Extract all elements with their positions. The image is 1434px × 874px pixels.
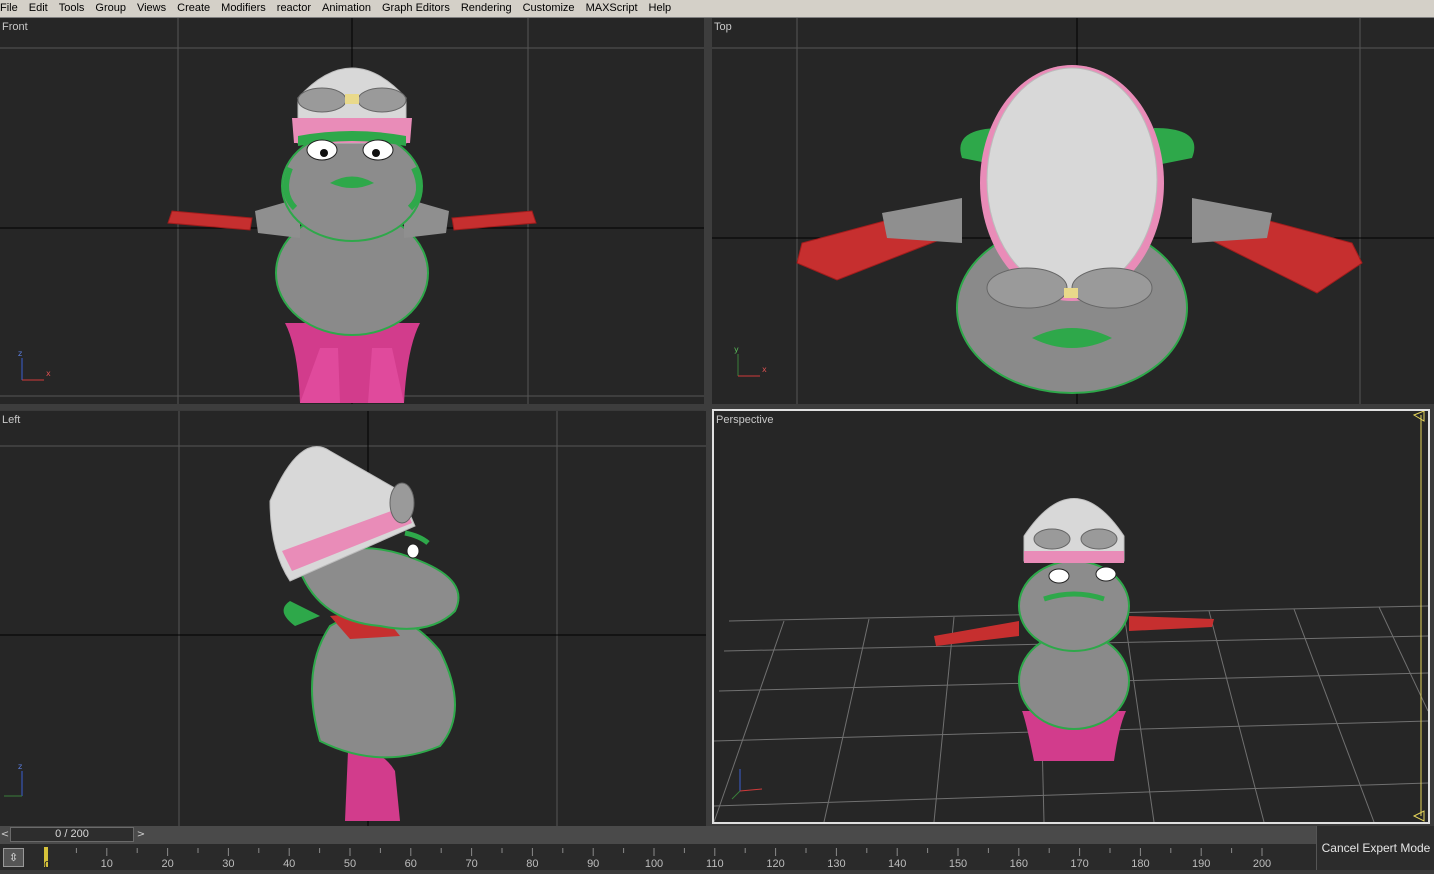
cancel-expert-mode-button[interactable]: Cancel Expert Mode: [1316, 826, 1434, 870]
axis-gizmo-front: z x: [18, 349, 51, 381]
timeline-tick-label: 70: [465, 858, 478, 870]
key-mode-toggle-button[interactable]: ⇳: [3, 848, 24, 867]
timeline-tick-label: 150: [948, 858, 968, 870]
timeline-tick-label: 180: [1131, 858, 1150, 870]
viewport-label-front[interactable]: Front: [2, 21, 28, 33]
axis-z-label: z: [18, 349, 22, 358]
viewport-top[interactable]: Top y x: [712, 18, 1434, 404]
axis-z-label-left: z: [18, 762, 22, 771]
time-slider-next-button[interactable]: >: [134, 827, 148, 843]
menu-reactor[interactable]: reactor: [272, 1, 317, 16]
menu-animation[interactable]: Animation: [317, 1, 377, 16]
timeline-tick-label: 160: [1009, 858, 1028, 870]
time-slider-prev-button[interactable]: <: [0, 827, 10, 843]
perspective-viewport-canvas: [714, 411, 1428, 822]
menu-graph-editors[interactable]: Graph Editors: [377, 1, 456, 16]
time-slider[interactable]: 0 / 200: [10, 827, 134, 842]
menu-rendering[interactable]: Rendering: [456, 1, 518, 16]
timeline-tick-label: 100: [644, 858, 664, 870]
timeline-tick-label: 170: [1070, 858, 1089, 870]
character-mesh-front: [167, 67, 537, 403]
timeline-tick-label: 190: [1192, 858, 1211, 870]
viewport-label-perspective[interactable]: Perspective: [716, 414, 773, 426]
timeline-tick-label: 110: [706, 858, 724, 870]
axis-gizmo-top: y x: [734, 345, 767, 377]
axis-y-label: y: [734, 345, 739, 354]
character-mesh-left: [269, 446, 460, 821]
viewport-perspective[interactable]: Perspective: [712, 409, 1430, 824]
menu-bar: File Edit Tools Group Views Create Modifiers re…: [0, 0, 1434, 18]
viewport-label-left[interactable]: Left: [2, 414, 20, 426]
timeline-tick-label: 50: [343, 858, 357, 870]
menu-file[interactable]: File: [0, 1, 24, 16]
current-frame-label: 0: [44, 860, 50, 870]
timeline-tick-label: 20: [161, 858, 174, 870]
viewport-label-top[interactable]: Top: [714, 21, 732, 33]
menu-tools[interactable]: Tools: [54, 1, 91, 16]
top-viewport-canvas: y x: [712, 18, 1434, 404]
menu-views[interactable]: Views: [132, 1, 172, 16]
axis-gizmo-left: z: [4, 762, 23, 797]
character-mesh-perspective: [934, 498, 1214, 761]
menu-edit[interactable]: Edit: [24, 1, 54, 16]
menu-customize[interactable]: Customize: [518, 1, 581, 16]
menu-group[interactable]: Group: [90, 1, 132, 16]
left-viewport-canvas: z: [0, 411, 706, 826]
axis-x-label: x: [46, 369, 51, 378]
timeline-tick-label: 80: [526, 858, 539, 870]
timeline-tick-label: 90: [587, 858, 600, 870]
viewport-front[interactable]: Front z x: [0, 18, 704, 404]
timeline-tick-label: 200: [1252, 858, 1272, 870]
axis-gizmo-perspective: [731, 769, 763, 800]
menu-create[interactable]: Create: [172, 1, 216, 16]
timeline-tick-label: 140: [888, 858, 907, 870]
timeline-tick-label: 60: [404, 858, 417, 870]
menu-help[interactable]: Help: [644, 1, 678, 16]
time-slider-track: [0, 826, 1434, 844]
character-mesh-top: [796, 65, 1363, 394]
timeline-tick-label: 10: [100, 858, 113, 870]
frame-range-gizmo: [1412, 411, 1425, 822]
timeline-tick-label: 40: [283, 858, 296, 870]
timeline-tick-label: 130: [827, 858, 846, 870]
timeline-tick-label: 30: [222, 858, 235, 870]
menu-modifiers[interactable]: Modifiers: [216, 1, 272, 16]
front-viewport-canvas: z x: [0, 18, 704, 404]
axis-x-label-top: x: [762, 365, 767, 374]
menu-maxscript[interactable]: MAXScript: [581, 1, 644, 16]
viewport-left[interactable]: Left z: [0, 411, 706, 826]
timeline-tick-label: 120: [766, 858, 785, 870]
